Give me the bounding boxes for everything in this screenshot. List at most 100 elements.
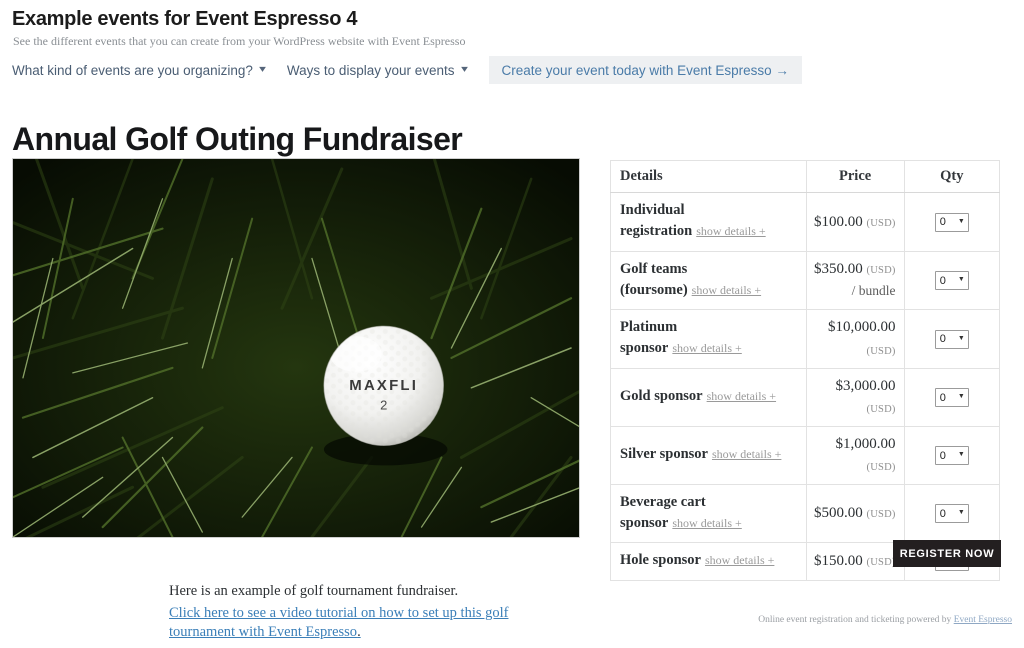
- ticket-price-unit: / bundle: [851, 283, 896, 299]
- show-details-link[interactable]: show details +: [705, 553, 774, 567]
- event-espresso-link[interactable]: Event Espresso: [954, 615, 1012, 625]
- qty-select[interactable]: 0 ▼: [934, 446, 969, 466]
- ticket-price: $10,000.00: [828, 319, 896, 336]
- show-details-link[interactable]: show details +: [692, 283, 761, 297]
- ticket-selector-table: Details Price Qty Individual registratio…: [610, 160, 1001, 581]
- ticket-name: Gold sponsor: [620, 388, 703, 405]
- ticket-price: $150.00: [814, 553, 863, 570]
- qty-value: 0: [939, 216, 946, 229]
- show-details-link[interactable]: show details +: [696, 224, 765, 238]
- qty-select[interactable]: 0 ▼: [934, 504, 969, 524]
- chevron-down-icon: ▼: [957, 217, 965, 225]
- qty-select[interactable]: 0 ▼: [934, 388, 969, 408]
- nav-item-label: What kind of events are you organizing?: [12, 62, 253, 78]
- table-row: Golf teams (foursome) show details + $350…: [610, 250, 1001, 311]
- ticket-price-cell: $350.00 (USD) / bundle: [805, 250, 905, 311]
- ticket-price: $1,000.00: [835, 435, 896, 452]
- ticket-name: Hole sponsor: [620, 552, 701, 569]
- nav-item-event-kinds[interactable]: What kind of events are you organizing? …: [12, 56, 287, 84]
- chevron-down-icon: ▾: [259, 64, 266, 75]
- show-details-link[interactable]: show details +: [672, 516, 741, 530]
- qty-select[interactable]: 0 ▼: [934, 329, 969, 349]
- ticket-details-cell: Hole sponsor show details +: [610, 542, 807, 581]
- ball-number-text: 2: [380, 398, 387, 413]
- ticket-name: Golf teams (foursome): [620, 260, 688, 298]
- table-row: Individual registration show details + $1…: [610, 192, 1001, 252]
- banner-title: Example events for Event Espresso 4: [12, 8, 358, 30]
- qty-value: 0: [939, 333, 946, 346]
- ticket-price-cell: $100.00 (USD): [805, 192, 905, 252]
- table-row: Beverage cart sponsor show details + $500…: [610, 483, 1001, 544]
- event-hero-image: MAXFLI 2: [12, 158, 580, 538]
- video-tutorial-link[interactable]: Click here to see a video tutorial on ho…: [169, 604, 564, 642]
- chevron-down-icon: ▼: [957, 334, 965, 342]
- qty-select[interactable]: 0 ▼: [934, 212, 969, 232]
- ticket-details-cell: Silver sponsor show details +: [610, 425, 807, 485]
- chevron-down-icon: ▼: [957, 509, 965, 517]
- create-event-cta-button[interactable]: Create your event today with Event Espre…: [488, 56, 802, 84]
- ticket-price: $3,000.00: [835, 377, 896, 394]
- table-header-row: Details Price Qty: [610, 160, 1001, 193]
- ticket-qty-cell: 0 ▼: [903, 309, 1001, 369]
- chevron-down-icon: ▼: [957, 276, 965, 284]
- ticket-price-cell: $1,000.00 (USD): [805, 425, 905, 485]
- ticket-details-cell: Platinum sponsor show details +: [610, 309, 807, 369]
- ticket-currency: (USD): [866, 264, 896, 276]
- nav-item-display-ways[interactable]: Ways to display your events ▾: [287, 56, 489, 84]
- ticket-currency: (USD): [866, 345, 896, 357]
- show-details-link[interactable]: show details +: [707, 389, 776, 403]
- ticket-qty-cell: 0 ▼: [903, 483, 1001, 544]
- table-row: Gold sponsor show details + $3,000.00 (US…: [610, 367, 1001, 427]
- qty-value: 0: [939, 449, 946, 462]
- event-description-paragraph: Here is an example of golf tournament fu…: [169, 582, 459, 599]
- qty-value: 0: [939, 274, 946, 287]
- table-row: Platinum sponsor show details + $10,000.0…: [610, 309, 1001, 369]
- table-row: Silver sponsor show details + $1,000.00 (…: [610, 425, 1001, 485]
- banner-subtitle: See the different events that you can cr…: [13, 34, 466, 48]
- column-header-qty: Qty: [903, 160, 1001, 193]
- qty-select[interactable]: 0 ▼: [934, 271, 969, 291]
- ticket-price-cell: $3,000.00 (USD): [805, 367, 905, 427]
- ticket-price: $350.00: [814, 260, 863, 277]
- ticket-currency: (USD): [866, 217, 896, 229]
- chevron-down-icon: ▼: [957, 393, 965, 401]
- ticket-price-cell: $10,000.00 (USD): [805, 309, 905, 369]
- ticket-price-cell: $500.00 (USD): [805, 483, 905, 544]
- column-header-price: Price: [805, 160, 905, 193]
- ball-brand-text: MAXFLI: [349, 377, 418, 394]
- ticket-name: Platinum sponsor: [620, 319, 678, 357]
- qty-value: 0: [939, 507, 946, 520]
- show-details-link[interactable]: show details +: [712, 447, 781, 461]
- ticket-name: Individual registration: [620, 202, 693, 240]
- page-title: Annual Golf Outing Fundraiser: [12, 121, 463, 158]
- ticket-currency: (USD): [866, 557, 896, 569]
- ticket-qty-cell: 0 ▼: [903, 367, 1001, 427]
- ticket-price: $500.00: [814, 505, 863, 522]
- ticket-details-cell: Individual registration show details +: [610, 192, 807, 252]
- ticket-qty-cell: 0 ▼: [903, 250, 1001, 311]
- ticket-qty-cell: 0 ▼: [903, 425, 1001, 485]
- ticket-details-cell: Beverage cart sponsor show details +: [610, 483, 807, 544]
- qty-value: 0: [939, 391, 946, 404]
- chevron-down-icon: ▼: [957, 451, 965, 459]
- ticket-currency: (USD): [866, 404, 896, 416]
- ticket-qty-cell: 0 ▼: [903, 192, 1001, 252]
- column-header-details: Details: [610, 160, 807, 193]
- chevron-down-icon: ▾: [460, 64, 468, 75]
- nav-item-label: Ways to display your events: [286, 62, 455, 78]
- site-banner: Example events for Event Espresso 4 See …: [0, 0, 1024, 90]
- table-head: Details Price Qty: [610, 160, 1001, 193]
- register-now-button[interactable]: REGISTER NOW: [893, 540, 1001, 567]
- video-tutorial-link-period: .: [357, 623, 361, 640]
- primary-nav: What kind of events are you organizing? …: [12, 56, 802, 84]
- show-details-link[interactable]: show details +: [672, 341, 741, 355]
- table-body: Individual registration show details + $1…: [610, 192, 1001, 581]
- attribution-text: Online event registration and ticketing …: [758, 615, 954, 625]
- footer-attribution: Online event registration and ticketing …: [758, 615, 1012, 625]
- ticket-currency: (USD): [866, 462, 896, 474]
- ticket-price-cell: $150.00 (USD): [805, 542, 905, 581]
- ticket-price: $100.00: [814, 213, 863, 230]
- ticket-details-cell: Golf teams (foursome) show details +: [610, 250, 807, 311]
- ticket-name: Silver sponsor: [620, 446, 708, 463]
- ticket-details-cell: Gold sponsor show details +: [610, 367, 807, 427]
